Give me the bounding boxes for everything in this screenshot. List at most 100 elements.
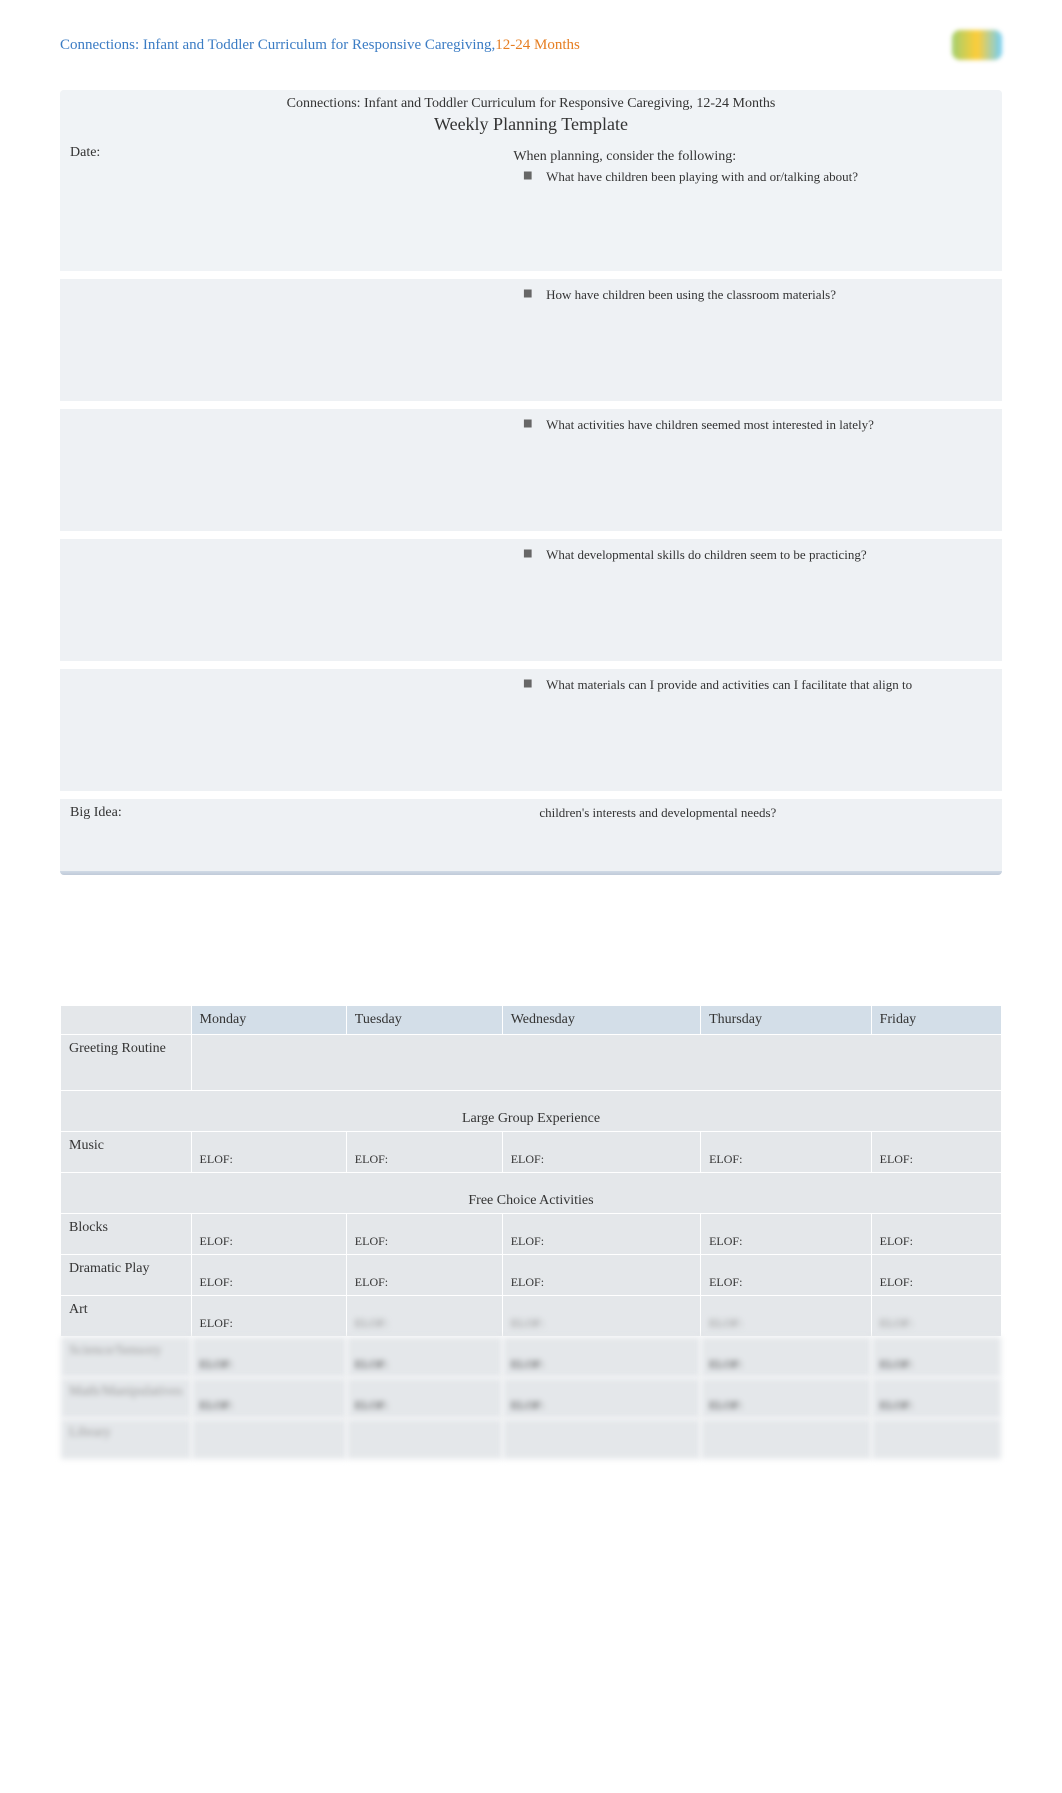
blurred-cell: ELOF:: [347, 1378, 502, 1418]
blocks-label: Blocks: [61, 1214, 191, 1254]
elof-label: ELOF:: [355, 1275, 388, 1289]
day-header-wed: Wednesday: [503, 1006, 700, 1034]
question-row-2: ⯀ How have children been using the class…: [503, 283, 992, 307]
blurred-cell: [347, 1419, 502, 1459]
day-header-tue: Tuesday: [347, 1006, 502, 1034]
left-spacer-4: [60, 661, 493, 791]
day-header-fri: Friday: [872, 1006, 1001, 1034]
schedule-section: Monday Tuesday Wednesday Thursday Friday…: [60, 1005, 1002, 1460]
header-title-main: Connections: Infant and Toddler Curricul…: [60, 37, 495, 53]
consider-cell-3: ⯀ What activities have children seemed m…: [493, 401, 1002, 531]
elof-label: ELOF:: [200, 1357, 233, 1371]
big-idea-label: Big Idea:: [70, 805, 122, 820]
left-spacer-3: [60, 531, 493, 661]
day-header-thu: Thursday: [701, 1006, 871, 1034]
elof-label: ELOF:: [880, 1275, 913, 1289]
bullet-icon: ⯀: [523, 419, 532, 432]
elof-label: ELOF:: [880, 1152, 913, 1166]
question-3: What activities have children seemed mos…: [546, 417, 874, 433]
music-label: Music: [61, 1132, 191, 1172]
blurred-cell: ELOF:: [192, 1337, 346, 1377]
music-fri: ELOF:: [872, 1132, 1001, 1172]
blocks-wed: ELOF:: [503, 1214, 700, 1254]
question-row-4: ⯀ What developmental skills do children …: [503, 543, 992, 567]
corner-cell: [61, 1006, 191, 1034]
music-tue: ELOF:: [347, 1132, 502, 1172]
blurred-cell: ELOF:: [503, 1378, 700, 1418]
music-wed: ELOF:: [503, 1132, 700, 1172]
blurred-row-1: Science/Sensory ELOF: ELOF: ELOF: ELOF: …: [61, 1337, 1001, 1377]
question-1: What have children been playing with and…: [546, 169, 858, 185]
consider-cell-5: ⯀ What materials can I provide and activ…: [493, 661, 1002, 791]
music-thu: ELOF:: [701, 1132, 871, 1172]
question-5: What materials can I provide and activit…: [546, 677, 912, 693]
blurred-cell: ELOF:: [192, 1378, 346, 1418]
day-header-mon: Monday: [192, 1006, 346, 1034]
music-mon: ELOF:: [192, 1132, 346, 1172]
elof-label: ELOF:: [709, 1316, 742, 1331]
big-idea-row: Big Idea: children's interests and devel…: [60, 791, 1002, 871]
elof-label: ELOF:: [355, 1152, 388, 1166]
blurred-label-1: Science/Sensory: [61, 1337, 191, 1377]
elof-label: ELOF:: [200, 1234, 233, 1248]
question-2: How have children been using the classro…: [546, 287, 836, 303]
question-tail: children's interests and developmental n…: [539, 805, 776, 820]
consider-cell-1: When planning, consider the following: ⯀…: [493, 141, 1002, 271]
elof-label: ELOF:: [200, 1398, 233, 1412]
blurred-cell: ELOF:: [347, 1337, 502, 1377]
blurred-label-3: Library: [61, 1419, 191, 1459]
left-spacer-1: [60, 271, 493, 401]
header-title: Connections: Infant and Toddler Curricul…: [60, 37, 580, 54]
blurred-cell: ELOF:: [701, 1337, 871, 1377]
blurred-cell: [872, 1419, 1001, 1459]
bullet-icon: ⯀: [523, 171, 532, 184]
elof-label: ELOF:: [709, 1398, 742, 1412]
blurred-cell: ELOF:: [503, 1337, 700, 1377]
elof-label: ELOF:: [355, 1357, 388, 1371]
dramatic-mon: ELOF:: [192, 1255, 346, 1295]
planning-right-column: When planning, consider the following: ⯀…: [493, 141, 1002, 791]
dramatic-label: Dramatic Play: [61, 1255, 191, 1295]
bullet-icon: ⯀: [523, 679, 532, 692]
date-cell: Date:: [60, 141, 493, 271]
free-choice-row: Free Choice Activities: [61, 1173, 1001, 1213]
blurred-cell: ELOF:: [872, 1337, 1001, 1377]
blurred-cell: [701, 1419, 871, 1459]
weekly-schedule-table: Monday Tuesday Wednesday Thursday Friday…: [60, 1005, 1002, 1460]
question-tail-cell: children's interests and developmental n…: [493, 791, 1002, 871]
date-label: Date:: [70, 145, 100, 160]
consider-cell-2: ⯀ How have children been using the class…: [493, 271, 1002, 401]
blurred-cell: ELOF:: [872, 1378, 1001, 1418]
dramatic-row: Dramatic Play ELOF: ELOF: ELOF: ELOF: EL…: [61, 1255, 1001, 1295]
dramatic-tue: ELOF:: [347, 1255, 502, 1295]
blurred-cell: [192, 1419, 346, 1459]
art-wed: ELOF:: [503, 1296, 700, 1336]
art-fri: ELOF:: [872, 1296, 1001, 1336]
elof-label: ELOF:: [511, 1275, 544, 1289]
elof-label: ELOF:: [511, 1234, 544, 1248]
elof-label: ELOF:: [200, 1316, 233, 1330]
elof-label: ELOF:: [200, 1152, 233, 1166]
greeting-cell: [192, 1035, 1001, 1090]
blurred-cell: [503, 1419, 700, 1459]
art-mon: ELOF:: [192, 1296, 346, 1336]
music-row: Music ELOF: ELOF: ELOF: ELOF: ELOF:: [61, 1132, 1001, 1172]
blurred-label-2: Math/Manipulatives: [61, 1378, 191, 1418]
elof-label: ELOF:: [511, 1152, 544, 1166]
art-row: Art ELOF: ELOF: ELOF: ELOF: ELOF:: [61, 1296, 1001, 1336]
elof-label: ELOF:: [709, 1152, 742, 1166]
brand-logo-icon: [952, 30, 1002, 60]
dramatic-wed: ELOF:: [503, 1255, 700, 1295]
elof-label: ELOF:: [709, 1275, 742, 1289]
elof-label: ELOF:: [355, 1316, 388, 1331]
question-4: What developmental skills do children se…: [546, 547, 867, 563]
elof-label: ELOF:: [355, 1234, 388, 1248]
question-row-1: ⯀ What have children been playing with a…: [503, 165, 992, 189]
planning-bottom-border: [60, 871, 1002, 875]
greeting-label: Greeting Routine: [61, 1035, 191, 1090]
large-group-label: Large Group Experience: [61, 1091, 1001, 1131]
blocks-mon: ELOF:: [192, 1214, 346, 1254]
consider-intro: When planning, consider the following:: [503, 145, 992, 165]
art-tue: ELOF:: [347, 1296, 502, 1336]
elof-label: ELOF:: [709, 1234, 742, 1248]
